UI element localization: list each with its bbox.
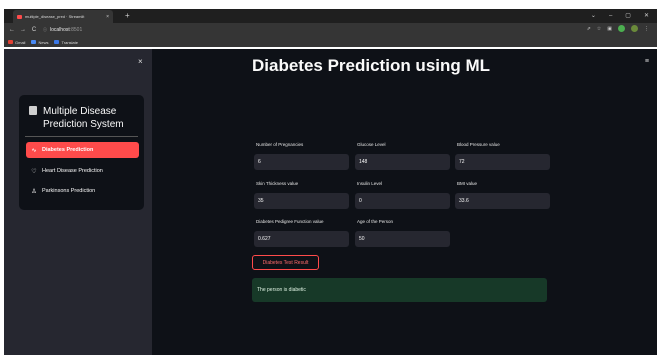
bmi-label: BMI value (457, 181, 478, 186)
profile-avatar[interactable] (631, 25, 638, 32)
sidebar-item-parkinsons[interactable]: ♙ Parkinsons Prediction (26, 183, 139, 199)
browser-tab[interactable]: multiple_disease_pred · Streamlit × (13, 10, 113, 23)
gmail-icon (8, 40, 13, 44)
pregnancies-label: Number of Pregnancies (256, 142, 304, 147)
pedigree-input[interactable]: 0.627 (254, 231, 349, 247)
book-icon (29, 106, 37, 115)
browser-nav-bar: ← → C ⓘ localhost:8501 ⇗ ☆ ▣ ⋮ (4, 23, 657, 37)
sidebar-item-label: Parkinsons Prediction (42, 188, 96, 194)
bookmark-translate[interactable]: Translate (54, 40, 78, 45)
forward-button[interactable]: → (18, 27, 28, 33)
sidebar-item-heart-disease[interactable]: ♡ Heart Disease Prediction (26, 163, 139, 179)
extensions-icon[interactable]: ▣ (607, 26, 612, 32)
pedigree-label: Diabetes Pedigree Function value (256, 219, 324, 224)
share-icon[interactable]: ⇗ (587, 26, 591, 32)
sidebar: × Multiple Disease Prediction System ∿ D… (4, 49, 152, 355)
age-label: Age of the Person (357, 219, 394, 224)
skin-thickness-label: Skin Thickness value (256, 181, 299, 186)
glucose-input[interactable]: 148 (355, 154, 450, 170)
bookmark-gmail[interactable]: Gmail (8, 40, 25, 45)
bookmark-star-icon[interactable]: ☆ (597, 26, 601, 32)
streamlit-favicon-icon (17, 14, 22, 19)
screenshot: multiple_disease_pred · Streamlit × + ⌄ … (0, 0, 661, 361)
bookmarks-bar: Gmail News Translate (4, 37, 657, 47)
skin-thickness-input[interactable]: 35 (254, 193, 349, 209)
url-port: :8501 (69, 27, 83, 33)
menu-divider (25, 136, 138, 137)
option-menu: Multiple Disease Prediction System ∿ Dia… (19, 95, 144, 210)
blood-pressure-label: Blood Pressure value (457, 142, 500, 147)
tab-search-icon[interactable]: ⌄ (591, 10, 596, 22)
activity-icon: ∿ (31, 147, 37, 154)
bookmark-label: News (38, 39, 49, 45)
person-icon: ♙ (31, 188, 37, 195)
close-window-button[interactable]: ✕ (644, 10, 649, 22)
window-controls: ⌄ – ▢ ✕ (591, 10, 649, 22)
site-info-icon[interactable]: ⓘ (43, 27, 47, 33)
heart-icon: ♡ (31, 168, 37, 175)
new-tab-button[interactable]: + (125, 10, 130, 22)
nav-buttons: ← → C (4, 27, 39, 33)
browser-menu-icon[interactable]: ⋮ (644, 26, 649, 32)
address-bar[interactable]: ⓘ localhost:8501 (43, 27, 82, 33)
sidebar-item-label: Heart Disease Prediction (42, 168, 103, 174)
glucose-label: Glucose Level (357, 142, 386, 147)
tab-close-icon[interactable]: × (106, 14, 109, 20)
bookmark-label: Gmail (15, 39, 26, 45)
sidebar-item-diabetes[interactable]: ∿ Diabetes Prediction (26, 142, 139, 158)
bookmark-label: Translate (61, 39, 78, 45)
page-title: Diabetes Prediction using ML (252, 56, 491, 75)
translate-icon (54, 40, 60, 44)
reload-button[interactable]: C (29, 27, 39, 33)
news-icon (31, 40, 37, 44)
app-menu-icon[interactable]: ≡ (645, 58, 649, 65)
menu-title: Multiple Disease Prediction System (43, 106, 124, 130)
blood-pressure-input[interactable]: 72 (455, 154, 550, 170)
insulin-label: Insulin Level (357, 181, 383, 186)
url-host: localhost (50, 27, 70, 33)
menu-header: Multiple Disease Prediction System (29, 105, 143, 131)
sidebar-close-icon[interactable]: × (138, 57, 143, 66)
sidebar-item-label: Diabetes Prediction (42, 147, 94, 153)
back-button[interactable]: ← (7, 27, 17, 33)
tab-title: multiple_disease_pred · Streamlit (25, 14, 85, 19)
browser-tab-strip: multiple_disease_pred · Streamlit × + ⌄ … (4, 9, 657, 23)
result-success-box: The person is diabetic (252, 278, 547, 302)
minimize-button[interactable]: – (609, 10, 612, 22)
diabetes-test-result-button[interactable]: Diabetes Test Result (252, 255, 319, 270)
bmi-input[interactable]: 33.6 (455, 193, 550, 209)
maximize-button[interactable]: ▢ (625, 10, 631, 22)
bookmark-news[interactable]: News (31, 40, 48, 45)
insulin-input[interactable]: 0 (355, 193, 450, 209)
extension-green-icon[interactable] (618, 25, 625, 32)
browser-toolbar: ⇗ ☆ ▣ ⋮ (587, 25, 649, 32)
age-input[interactable]: 50 (355, 231, 450, 247)
pregnancies-input[interactable]: 6 (254, 154, 349, 170)
